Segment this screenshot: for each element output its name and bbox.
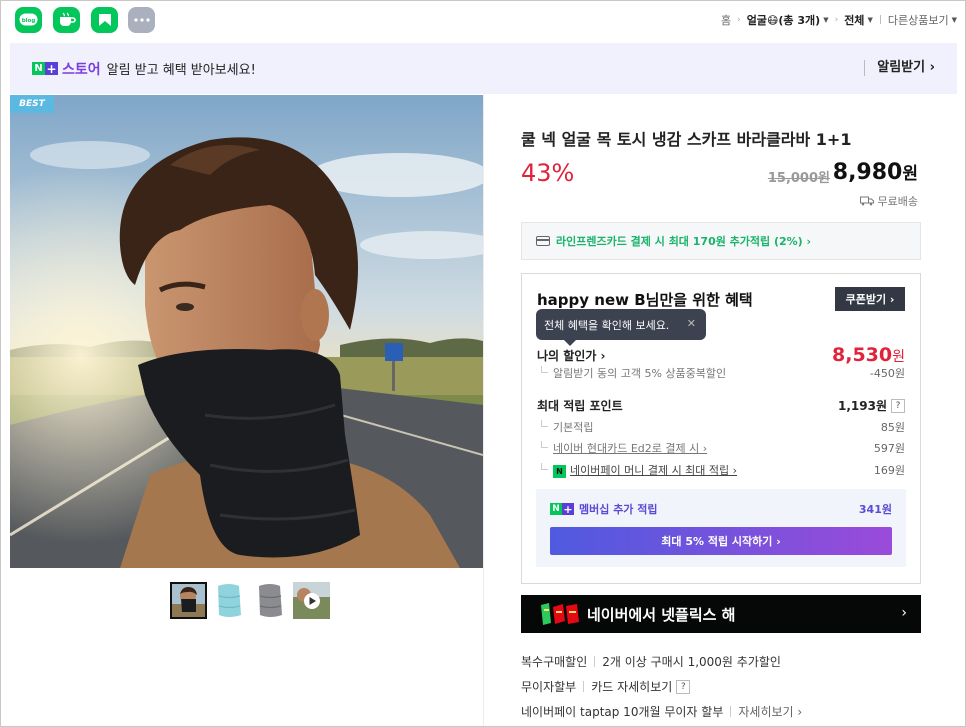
my-discount-unit: 원 [892, 349, 905, 365]
other-products-link[interactable]: 다른상품보기 [888, 12, 949, 28]
best-badge: BEST [10, 95, 54, 113]
max-point-label: 최대 적립 포인트 [537, 399, 623, 413]
my-discount-label[interactable]: 나의 할인가 › [537, 347, 606, 364]
max-point-row: 최대 적립 포인트 1,193원? [537, 397, 905, 414]
divider [730, 706, 732, 717]
hyundai-card-link[interactable]: 네이버 현대카드 Ed2로 결제 시 › [537, 440, 707, 456]
chevron-right-icon: › [901, 605, 907, 621]
multi-buy-label: 복수구매할인 [521, 655, 588, 669]
base-point-value: 85원 [880, 421, 905, 434]
product-main-image[interactable]: BEST [10, 95, 483, 568]
benefit-tooltip: 전체 혜택을 확인해 보세요. ✕ [536, 309, 706, 346]
membership-label: 멤버십 추가 적립 [579, 503, 658, 516]
npay-link[interactable]: 네이버페이 머니 결제 시 최대 적립 › [570, 464, 737, 477]
npay-value: 169원 [873, 464, 905, 477]
more-icon[interactable] [128, 7, 155, 33]
base-point-row: 기본적립 85원 [537, 419, 905, 435]
chevron-right-icon: › [834, 15, 839, 25]
membership-start-button[interactable]: 최대 5% 적립 시작하기 › [550, 527, 892, 555]
extra-info: 복수구매할인 2개 이상 구매시 1,000원 추가할인 무이자할부 카드 자세… [521, 649, 802, 724]
taptap-label: 네이버페이 taptap 10개월 무이자 할부 [521, 705, 724, 719]
column-divider [483, 95, 484, 726]
taptap-detail-link[interactable]: 자세히보기 › [738, 703, 802, 720]
caret-down-icon: ▼ [823, 16, 829, 24]
base-point-label: 기본적립 [537, 419, 593, 435]
shipping-label: 무료배송 [877, 195, 918, 208]
membership-box: N + 멤버십 추가 적립 341원 최대 5% 적립 시작하기 › [536, 489, 906, 567]
product-title: 쿨 넥 얼굴 목 토시 냉감 스카프 바라클라바 1+1 [521, 130, 852, 149]
thumbnail-2[interactable] [211, 582, 248, 619]
naver-plus-logo-icon: N + [32, 62, 58, 75]
naver-plus-icon: N + [550, 503, 574, 515]
card-offer[interactable]: 라인프렌즈카드 결제 시 최대 170원 추가적립 (2%) › [521, 222, 921, 260]
divider [594, 656, 596, 667]
alarm-subscribe-button[interactable]: 알림받기 › [864, 60, 935, 76]
benefit-title: happy new B님만을 위한 혜택 [537, 291, 753, 309]
sale-price-unit: 원 [902, 164, 918, 184]
cafe-icon[interactable] [53, 7, 80, 33]
caret-down-icon: ▼ [867, 16, 873, 24]
hyundai-card-row[interactable]: 네이버 현대카드 Ed2로 결제 시 › 597원 [537, 440, 905, 456]
original-price: 15,000원 [767, 171, 830, 186]
alarm-discount-label: 알림받기 동의 고객 5% 상품중복할인 [537, 365, 726, 381]
thumbnail-1[interactable] [170, 582, 207, 619]
bookmark-icon[interactable] [91, 7, 118, 33]
netflix-banner[interactable]: 네이버에서 넷플릭스 해 › [521, 595, 921, 633]
netflix-logo-icon [539, 601, 581, 627]
membership-label-row: N + 멤버십 추가 적립 [550, 501, 658, 517]
shipping-info: 무료배송 [859, 193, 918, 209]
top-bar: blog 홈 › 얼굴😷(총 3개) ▼ › 전체 ▼ | 다른상품보기 ▼ [1, 1, 965, 41]
installment-label: 무이자할부 [521, 680, 577, 694]
membership-value: 341원 [858, 503, 892, 516]
multi-buy-value: 2개 이상 구매시 1,000원 추가할인 [602, 655, 781, 669]
breadcrumb-home[interactable]: 홈 [721, 12, 731, 28]
sale-price-value: 8,980 [832, 160, 903, 185]
banner-message: 알림 받고 혜택 받아보세요! [106, 63, 256, 78]
thumbnail-list [170, 582, 330, 619]
taptap-row: 네이버페이 taptap 10개월 무이자 할부 자세히보기 › [521, 699, 802, 724]
benefit-panel: happy new B님만을 위한 혜택 쿠폰받기 › 나의 할인가 › 8,5… [521, 273, 921, 584]
netflix-banner-text: 네이버에서 넷플릭스 해 [587, 605, 736, 624]
help-icon[interactable]: ? [891, 398, 905, 413]
thumbnail-3[interactable] [252, 582, 289, 619]
thumbnail-video[interactable] [293, 582, 330, 619]
installment-card-link[interactable]: 카드 자세히보기 [591, 678, 672, 695]
product-page: blog 홈 › 얼굴😷(총 3개) ▼ › 전체 ▼ | 다른상품보기 ▼ N + 스… [0, 0, 966, 727]
truck-icon [859, 196, 874, 206]
card-offer-text: 라인프렌즈카드 결제 시 최대 170원 추가적립 (2%) › [556, 235, 812, 248]
alarm-banner: N + 스토어 알림 받고 혜택 받아보세요! 알림받기 › [10, 43, 957, 94]
blog-icon[interactable]: blog [15, 7, 42, 33]
breadcrumb-filter[interactable]: 전체 [844, 12, 864, 28]
installment-row: 무이자할부 카드 자세히보기 ? [521, 674, 802, 699]
breadcrumb-category[interactable]: 얼굴😷(총 3개) [747, 12, 821, 28]
multi-buy-row: 복수구매할인 2개 이상 구매시 1,000원 추가할인 [521, 649, 802, 674]
caret-down-icon: ▼ [951, 16, 957, 24]
npay-row[interactable]: N 네이버페이 머니 결제 시 최대 적립 › 169원 [537, 462, 905, 478]
breadcrumb: 홈 › 얼굴😷(총 3개) ▼ › 전체 ▼ | 다른상품보기 ▼ [721, 12, 957, 28]
close-icon[interactable]: ✕ [687, 317, 696, 330]
sale-price: 8,980원 [833, 159, 918, 185]
discount-rate: 43% [521, 159, 575, 187]
divider: | [878, 15, 882, 25]
alarm-discount-value: -450원 [869, 367, 905, 380]
chevron-right-icon: › [737, 15, 741, 25]
alarm-discount-row: 알림받기 동의 고객 5% 상품중복할인 -450원 [537, 365, 905, 381]
help-icon[interactable]: ? [676, 679, 691, 694]
credit-card-icon [536, 236, 550, 246]
hyundai-card-value: 597원 [873, 442, 905, 455]
my-discount-value: 8,530 [832, 344, 893, 366]
coupon-button[interactable]: 쿠폰받기 › [835, 287, 905, 311]
my-discount-row[interactable]: 나의 할인가 › 8,530원 [537, 344, 905, 366]
divider [583, 681, 585, 692]
tooltip-text: 전체 혜택을 확인해 보세요. [544, 318, 670, 332]
max-point-value: 1,193원 [838, 399, 887, 413]
svg-text:blog: blog [22, 18, 36, 24]
store-brand: 스토어 [62, 61, 101, 78]
my-discount-price: 8,530원 [832, 344, 905, 366]
product-photo [10, 95, 483, 568]
npay-icon: N [553, 464, 566, 478]
